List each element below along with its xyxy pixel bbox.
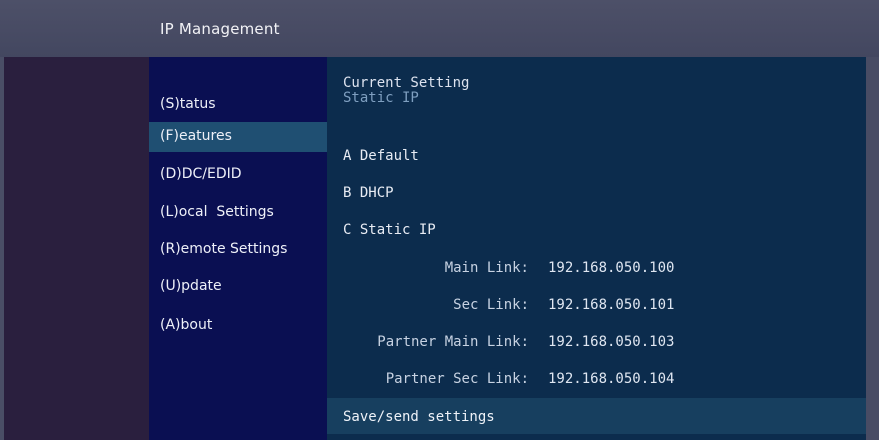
- main-link-ip-field[interactable]: 192.168.050.100: [548, 260, 674, 276]
- left-margin-panel: [4, 57, 149, 440]
- window-title: IP Management: [160, 20, 280, 38]
- sidebar-item-label: (L)ocal Settings: [160, 204, 274, 220]
- option-dhcp[interactable]: B DHCP: [343, 185, 394, 201]
- sidebar-item-features[interactable]: (F)eatures: [149, 122, 327, 152]
- right-margin-panel: [866, 57, 879, 440]
- partner-sec-link-label: Partner Sec Link:: [385, 371, 529, 387]
- main-panel: Current Setting Static IP A Default B DH…: [327, 57, 866, 440]
- sidebar-item-label: (F)eatures: [160, 128, 232, 144]
- current-setting-value: Static IP: [343, 90, 419, 106]
- sidebar-item-label: (U)pdate: [160, 278, 222, 294]
- sidebar-item-ddc-edid[interactable]: (D)DC/EDID: [149, 160, 327, 190]
- partner-sec-link-ip-field[interactable]: 192.168.050.104: [548, 371, 674, 387]
- sidebar-item-about[interactable]: (A)bout: [149, 311, 327, 341]
- option-default[interactable]: A Default: [343, 148, 419, 164]
- sidebar-item-label: (D)DC/EDID: [160, 166, 242, 182]
- save-send-settings-label: Save/send settings: [343, 409, 495, 425]
- sidebar-item-status[interactable]: (S)tatus: [149, 90, 327, 120]
- partner-main-link-ip-field[interactable]: 192.168.050.103: [548, 334, 674, 350]
- main-link-label: Main Link:: [444, 260, 529, 276]
- sidebar-item-update[interactable]: (U)pdate: [149, 272, 327, 302]
- sidebar-menu: (S)tatus (F)eatures (D)DC/EDID (L)ocal S…: [149, 57, 327, 440]
- sidebar-item-label: (S)tatus: [160, 96, 216, 112]
- option-static-ip[interactable]: C Static IP: [343, 222, 436, 238]
- sidebar-item-label: (A)bout: [160, 317, 213, 333]
- title-bar: IP Management: [0, 0, 879, 57]
- sec-link-ip-field[interactable]: 192.168.050.101: [548, 297, 674, 313]
- partner-main-link-label: Partner Main Link:: [377, 334, 529, 350]
- save-send-settings-button[interactable]: Save/send settings: [327, 398, 866, 434]
- sidebar-item-local-settings[interactable]: (L)ocal Settings: [149, 198, 327, 228]
- current-setting-label: Current Setting: [343, 75, 470, 91]
- sec-link-label: Sec Link:: [453, 297, 529, 313]
- sidebar-item-remote-settings[interactable]: (R)emote Settings: [149, 235, 327, 265]
- sidebar-item-label: (R)emote Settings: [160, 241, 288, 257]
